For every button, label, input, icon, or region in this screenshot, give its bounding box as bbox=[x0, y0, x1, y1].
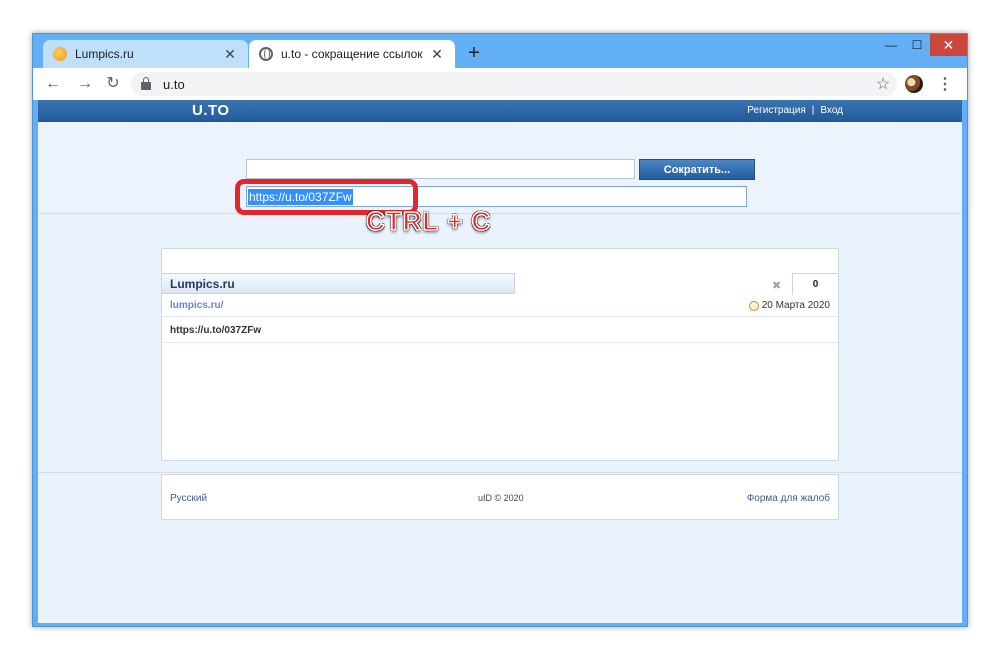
address-bar[interactable]: u.to bbox=[131, 72, 897, 96]
complaint-form-link[interactable]: Форма для жалоб bbox=[747, 493, 830, 504]
click-count: 0 bbox=[792, 273, 839, 295]
hotkey-annotation: CTRL + C bbox=[365, 205, 492, 237]
new-tab-button[interactable]: + bbox=[463, 42, 485, 65]
panel-tab-title[interactable]: Lumpics.ru bbox=[162, 273, 515, 294]
globe-icon bbox=[259, 47, 273, 61]
profile-avatar-icon[interactable] bbox=[905, 75, 923, 93]
tab-strip: Lumpics.ru ✕ u.to - сокращение ссылок ✕ … bbox=[33, 34, 967, 68]
divider bbox=[38, 472, 962, 473]
tab-lumpics[interactable]: Lumpics.ru ✕ bbox=[43, 40, 248, 68]
links-panel: Lumpics.ru ✖ 0 lumpics.ru/ 20 Марта 2020… bbox=[161, 248, 839, 461]
delete-icon[interactable]: ✖ bbox=[772, 279, 781, 292]
register-link[interactable]: Регистрация bbox=[747, 105, 805, 116]
site-header: U.TO Регистрация | Вход bbox=[38, 100, 962, 122]
list-item: lumpics.ru/ 20 Марта 2020 bbox=[162, 295, 838, 317]
list-item: https://u.to/037ZFw bbox=[162, 317, 838, 343]
short-link-text: https://u.to/037ZFw bbox=[170, 325, 262, 336]
clock-icon bbox=[748, 300, 759, 311]
login-link[interactable]: Вход bbox=[820, 105, 843, 116]
back-arrow-icon[interactable]: ← bbox=[43, 74, 63, 94]
maximize-button[interactable]: ☐ bbox=[904, 34, 930, 56]
close-icon[interactable]: ✕ bbox=[429, 46, 445, 63]
tab-title: Lumpics.ru bbox=[75, 47, 134, 61]
site-logo[interactable]: U.TO bbox=[192, 102, 230, 119]
url-input[interactable] bbox=[246, 159, 635, 179]
site-footer: Русский uID © 2020 Форма для жалоб bbox=[161, 474, 839, 520]
orange-favicon-icon bbox=[53, 47, 67, 61]
shorten-button[interactable]: Сократить... bbox=[639, 159, 755, 180]
page-content: U.TO Регистрация | Вход Сократить... htt… bbox=[38, 100, 962, 623]
link-date: 20 Марта 2020 bbox=[748, 300, 830, 311]
copyright-text: uID © 2020 bbox=[478, 493, 524, 503]
lock-icon[interactable] bbox=[141, 76, 151, 90]
browser-window: Lumpics.ru ✕ u.to - сокращение ссылок ✕ … bbox=[32, 33, 968, 627]
source-link[interactable]: lumpics.ru/ bbox=[170, 300, 223, 311]
bookmark-star-icon[interactable]: ☆ bbox=[873, 74, 893, 94]
tab-uto[interactable]: u.to - сокращение ссылок ✕ bbox=[249, 40, 455, 68]
language-link[interactable]: Русский bbox=[170, 493, 207, 504]
close-window-button[interactable]: ✕ bbox=[930, 34, 967, 56]
minimize-button[interactable]: — bbox=[878, 34, 904, 56]
auth-links: Регистрация | Вход bbox=[747, 105, 843, 116]
menu-dots-icon[interactable]: ⋮ bbox=[937, 74, 953, 94]
close-icon[interactable]: ✕ bbox=[222, 46, 238, 63]
separator: | bbox=[811, 105, 815, 116]
date-text: 20 Марта 2020 bbox=[761, 300, 830, 311]
reload-icon[interactable]: ↻ bbox=[103, 74, 123, 94]
forward-arrow-icon[interactable]: → bbox=[75, 74, 95, 94]
browser-toolbar: ← → ↻ u.to ☆ ⋮ bbox=[33, 68, 967, 100]
tab-title: u.to - сокращение ссылок bbox=[281, 47, 423, 61]
address-text: u.to bbox=[163, 76, 185, 92]
